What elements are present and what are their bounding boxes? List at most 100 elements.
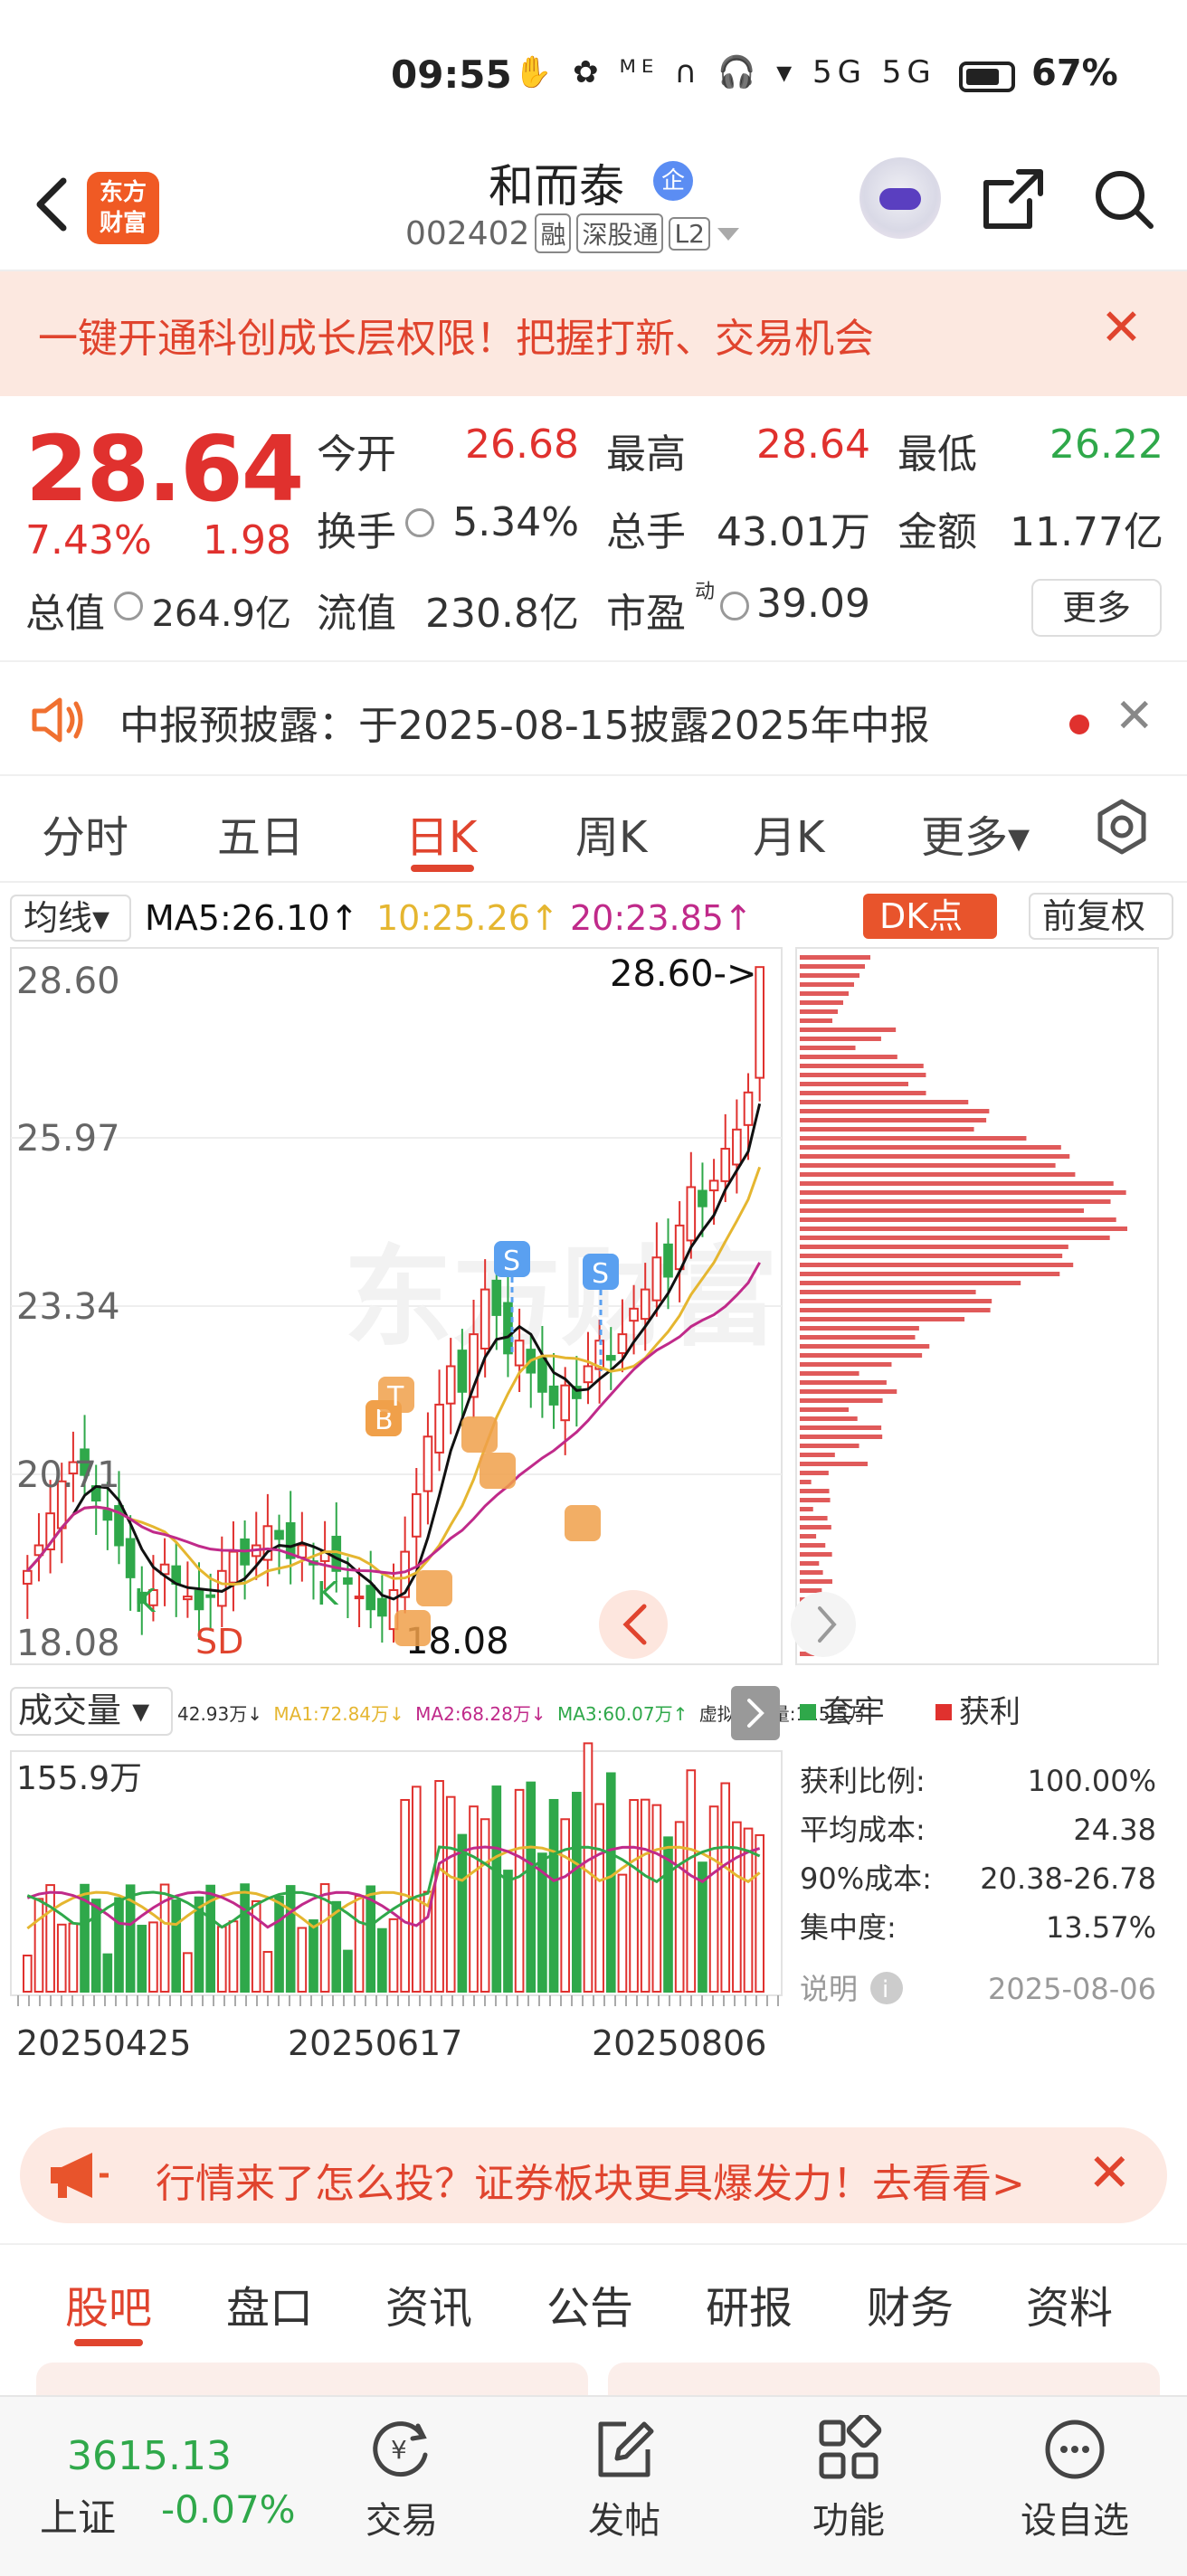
volume-bar xyxy=(755,1833,764,1994)
candle-body xyxy=(698,1189,707,1208)
chip-bar xyxy=(800,1136,1027,1141)
tab-more[interactable]: 更多▾ xyxy=(921,801,1030,865)
volume-selector-label[interactable]: 成交量 ▾ xyxy=(18,1690,149,1730)
tab-intraday[interactable]: 分时 xyxy=(42,801,128,865)
ma-selector-label[interactable]: 均线▾ xyxy=(24,898,109,938)
chip-bar xyxy=(800,1109,990,1113)
chip-bar xyxy=(800,1100,969,1104)
chip-bar xyxy=(800,1435,883,1439)
info-dots-icon[interactable] xyxy=(405,508,434,537)
prev-nav-icon[interactable] xyxy=(599,1590,668,1659)
volume-bar xyxy=(274,1895,284,1994)
index-ticker[interactable]: 3615.13 上证 -0.07% xyxy=(0,2397,308,2576)
tab-weekly-k[interactable]: 周K xyxy=(575,801,647,865)
tab-profile[interactable]: 资料 xyxy=(1026,2272,1113,2335)
tab-monthly-k[interactable]: 月K xyxy=(753,801,824,865)
feed-card[interactable] xyxy=(608,2363,1160,2395)
logo-line-2: 财富 xyxy=(99,210,147,237)
unread-dot xyxy=(1069,715,1089,734)
candle-body xyxy=(411,1492,422,1538)
tab-research[interactable]: 研报 xyxy=(706,2272,793,2335)
more-button[interactable]: 更多 xyxy=(1031,579,1162,637)
ad-banner[interactable]: 行情来了怎么投？证券板块更具爆发力！去看看> ✕ xyxy=(20,2127,1167,2223)
cost90-value: 20.38-26.78 xyxy=(980,1861,1156,1896)
volume-bar xyxy=(640,1798,650,1993)
info-dots-icon[interactable] xyxy=(114,592,143,620)
chip-bar xyxy=(800,1018,832,1023)
profile-date: 2025-08-06 xyxy=(988,1972,1156,2006)
tab-announcements[interactable]: 公告 xyxy=(546,2272,633,2335)
notice-text[interactable]: 中报预披露：于2025-08-15披露2025年中报 xyxy=(119,693,930,751)
info-dots-icon[interactable] xyxy=(720,592,749,620)
legend-trapped-swatch xyxy=(800,1704,816,1720)
tab-five-day[interactable]: 五日 xyxy=(217,801,304,865)
candle-body xyxy=(640,1288,650,1321)
close-icon[interactable]: ✕ xyxy=(1087,2142,1132,2203)
chip-bar xyxy=(800,991,849,996)
active-tab-indicator xyxy=(74,2339,143,2346)
volume-bar xyxy=(651,1804,662,1994)
chip-bar xyxy=(800,1236,1110,1240)
avg-cost-label: 平均成本: xyxy=(800,1813,926,1847)
candle-body xyxy=(102,1509,113,1521)
tab-finance[interactable]: 财务 xyxy=(867,2272,954,2335)
chip-bar xyxy=(800,1181,1114,1186)
gear-icon[interactable] xyxy=(1093,798,1151,856)
app-logo[interactable]: 东方 财富 xyxy=(87,172,159,244)
nav-functions[interactable]: 功能 xyxy=(785,2415,912,2543)
nav-add-watchlist[interactable]: 设自选 xyxy=(1011,2415,1138,2543)
promo-text[interactable]: 一键开通科创成长层权限！把握打新、交易机会 xyxy=(38,306,874,364)
chip-bar xyxy=(800,1471,829,1475)
dk-button-label[interactable]: DK点 xyxy=(879,896,963,936)
candle-body xyxy=(583,1365,594,1384)
search-icon[interactable] xyxy=(1089,165,1158,233)
chip-bar xyxy=(800,1272,1060,1276)
candle-body xyxy=(274,1530,284,1540)
promo-banner[interactable]: 一键开通科创成长层权限！把握打新、交易机会 ✕ xyxy=(0,271,1187,396)
nav-add-watchlist-label: 设自选 xyxy=(1021,2500,1129,2542)
high-value: 28.64 xyxy=(756,421,870,468)
chip-nav-icon[interactable] xyxy=(791,1592,856,1657)
stock-code-row[interactable]: 002402 融 深股通 L2 xyxy=(405,213,741,253)
chip-bar xyxy=(800,1425,882,1430)
candle-body xyxy=(686,1186,697,1242)
chip-bar xyxy=(800,1290,976,1294)
close-icon[interactable]: ✕ xyxy=(1115,689,1154,743)
chip-bar xyxy=(800,955,870,960)
chip-bar xyxy=(800,1579,832,1584)
nav-post-label: 发帖 xyxy=(588,2500,660,2542)
kline-chart[interactable]: 均线▾ MA5:26.10↑ 10:25.26↑ 20:23.85↑ DK点 前… xyxy=(0,883,1187,2104)
nav-trade[interactable]: ¥ 交易 xyxy=(338,2415,465,2543)
volume-bar xyxy=(605,1772,616,1994)
candle-body xyxy=(755,966,764,1079)
period-tabs: 分时 五日 日K 周K 月K 更多▾ xyxy=(0,776,1187,883)
volume-bar xyxy=(411,1785,422,1994)
nav-post[interactable]: 发帖 xyxy=(561,2415,688,2543)
status-time: 09:55 xyxy=(391,52,512,97)
close-icon[interactable]: ✕ xyxy=(1100,298,1143,357)
tab-news[interactable]: 资讯 xyxy=(385,2272,472,2335)
assistant-robot-icon[interactable] xyxy=(859,157,941,239)
volume-bar xyxy=(343,1949,353,1994)
tab-daily-k[interactable]: 日K xyxy=(405,801,477,865)
tab-orderbook[interactable]: 盘口 xyxy=(226,2272,313,2335)
adjust-button-label[interactable]: 前复权 xyxy=(1042,896,1145,936)
stock-name: 和而泰 xyxy=(489,160,624,213)
volume-bar xyxy=(285,1885,296,1994)
tab-forum[interactable]: 股吧 xyxy=(65,2272,152,2335)
share-icon[interactable] xyxy=(979,165,1048,233)
notice-bar[interactable]: 中报预披露：于2025-08-15披露2025年中报 ✕ xyxy=(0,660,1187,776)
back-icon[interactable] xyxy=(25,168,80,241)
collapse-icon[interactable] xyxy=(731,1686,780,1740)
vol-legend-value: 42.93万↓ xyxy=(177,1703,262,1725)
kline-svg[interactable]: 均线▾ MA5:26.10↑ 10:25.26↑ 20:23.85↑ DK点 前… xyxy=(0,883,1187,2104)
volume-bar xyxy=(148,1921,158,1993)
chip-bar xyxy=(800,1489,830,1493)
ad-text[interactable]: 行情来了怎么投？证券板块更具爆发力！去看看> xyxy=(156,2151,1025,2209)
more-dots-icon xyxy=(1045,2420,1105,2479)
feed-card[interactable] xyxy=(36,2363,588,2395)
volume-bar xyxy=(297,1927,308,1994)
ma10-label: 10:25.26↑ xyxy=(376,898,559,938)
t-marker xyxy=(416,1570,452,1606)
price-tick-label: 23.34 xyxy=(16,1286,120,1328)
